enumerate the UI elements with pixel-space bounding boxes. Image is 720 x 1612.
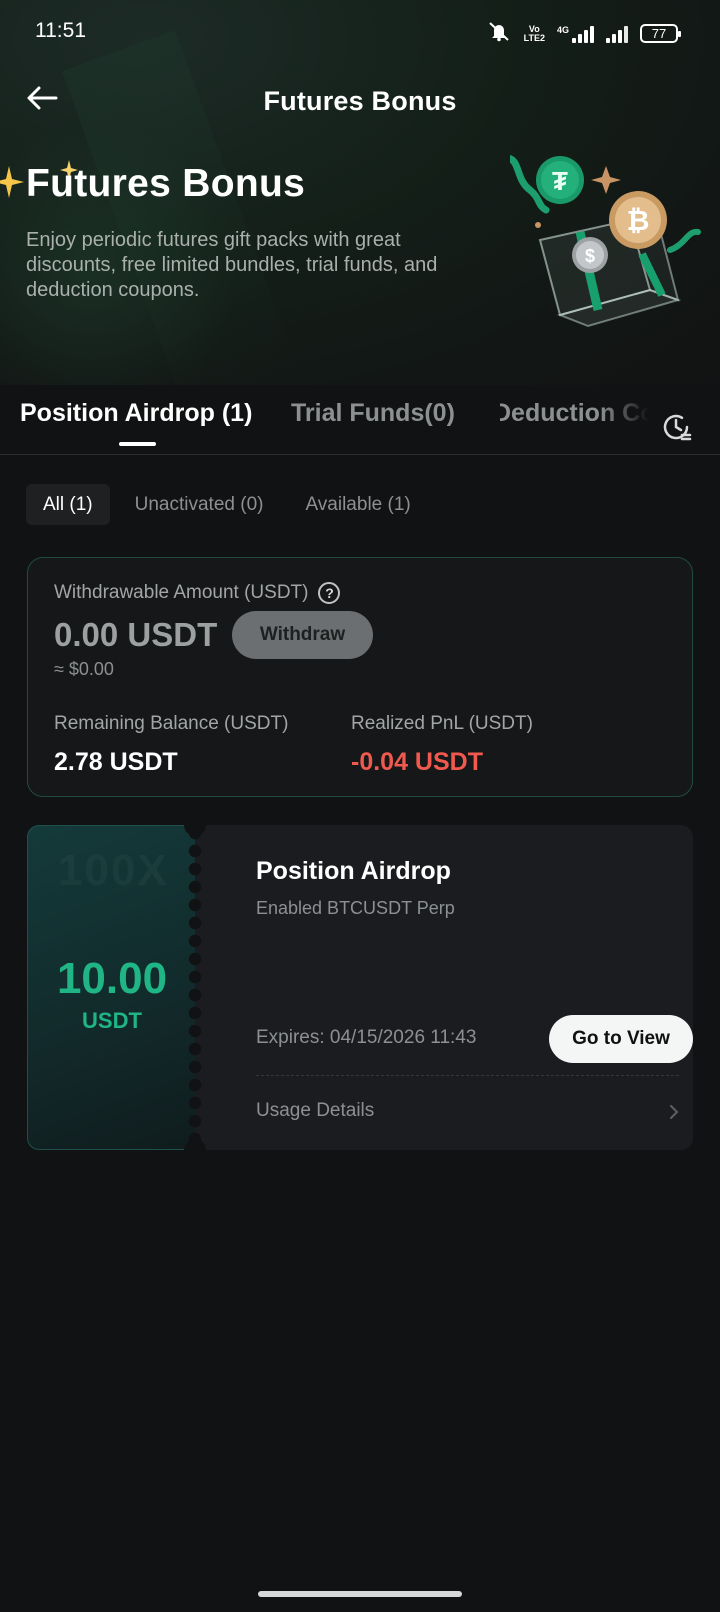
history-clock-icon[interactable] <box>660 411 692 443</box>
status-icons: Vo LTE2 4G 77 <box>486 20 681 47</box>
filter-all[interactable]: All (1) <box>26 484 110 525</box>
go-to-view-button[interactable]: Go to View <box>549 1015 693 1063</box>
status-bar: 11:51 Vo LTE2 4G 77 <box>0 0 720 62</box>
usage-details-row[interactable]: Usage Details <box>256 1087 679 1133</box>
voucher-details-panel: Position Airdrop Enabled BTCUSDT Perp Ex… <box>195 825 693 1150</box>
filter-chips: All (1) Unactivated (0) Available (1) <box>26 484 428 525</box>
help-icon[interactable]: ? <box>318 582 341 604</box>
sparkle-star-icon <box>0 166 24 198</box>
position-airdrop-voucher: 100X 10.00 USDT Position Airdrop Enabled… <box>27 814 693 1161</box>
remaining-balance-value: 2.78 USDT <box>54 748 178 776</box>
signal-4g-icon: 4G <box>557 25 594 43</box>
hero-description: Enjoy periodic futures gift packs with g… <box>26 229 438 301</box>
tab-position-airdrop[interactable]: Position Airdrop (1) <box>20 399 252 428</box>
withdrawable-amount: 0.00 USDT <box>54 616 218 653</box>
voucher-amount: 10.00 <box>56 954 168 1003</box>
voucher-perforation <box>187 825 203 1150</box>
mute-bell-icon <box>486 20 512 47</box>
withdrawable-fiat-value: ≈ $0.00 <box>54 659 114 679</box>
voucher-title: Position Airdrop <box>256 857 451 885</box>
remaining-balance-label: Remaining Balance (USDT) <box>54 713 289 734</box>
svg-text:₮: ₮ <box>552 166 568 196</box>
realized-pnl-label: Realized PnL (USDT) <box>351 713 533 734</box>
usage-details-label: Usage Details <box>256 1100 375 1121</box>
voucher-notch-bottom <box>184 1139 206 1161</box>
home-indicator[interactable] <box>258 1591 462 1597</box>
battery-icon: 77 <box>640 24 681 43</box>
realized-pnl-value: -0.04 USDT <box>351 748 483 776</box>
tab-trial-funds[interactable]: Trial Funds(0) <box>291 399 455 428</box>
hero-title: Futures Bonus <box>26 162 306 205</box>
filter-unactivated[interactable]: Unactivated (0) <box>118 484 281 525</box>
volte-icon: Vo LTE2 <box>523 23 545 43</box>
chevron-right-icon <box>670 1105 679 1119</box>
gift-box-illustration: ₮ ₿ $ <box>510 155 701 328</box>
tab-bar: Position Airdrop (1) Trial Funds(0) Dedu… <box>0 385 720 455</box>
page-title: Futures Bonus <box>263 86 457 116</box>
withdrawable-label-row: Withdrawable Amount (USDT) ? <box>54 582 341 604</box>
active-tab-indicator <box>119 442 156 446</box>
svg-text:₿: ₿ <box>627 205 650 236</box>
voucher-subtitle: Enabled BTCUSDT Perp <box>256 898 455 918</box>
voucher-watermark: 100X <box>58 846 169 896</box>
svg-text:$: $ <box>585 246 595 266</box>
dashed-divider <box>256 1075 679 1076</box>
status-time: 11:51 <box>35 19 86 42</box>
voucher-amount-panel: 100X 10.00 USDT <box>27 825 195 1150</box>
filter-available[interactable]: Available (1) <box>288 484 427 525</box>
withdraw-button[interactable]: Withdraw <box>232 611 373 659</box>
voucher-expiry: Expires: 04/15/2026 11:43 <box>256 1027 477 1048</box>
signal-icon <box>606 25 628 43</box>
voucher-notch-top <box>184 814 206 836</box>
withdrawable-label: Withdrawable Amount (USDT) <box>54 582 309 603</box>
voucher-unit: USDT <box>82 1008 142 1033</box>
balance-summary-card: Withdrawable Amount (USDT) ? 0.00 USDT W… <box>27 557 693 797</box>
